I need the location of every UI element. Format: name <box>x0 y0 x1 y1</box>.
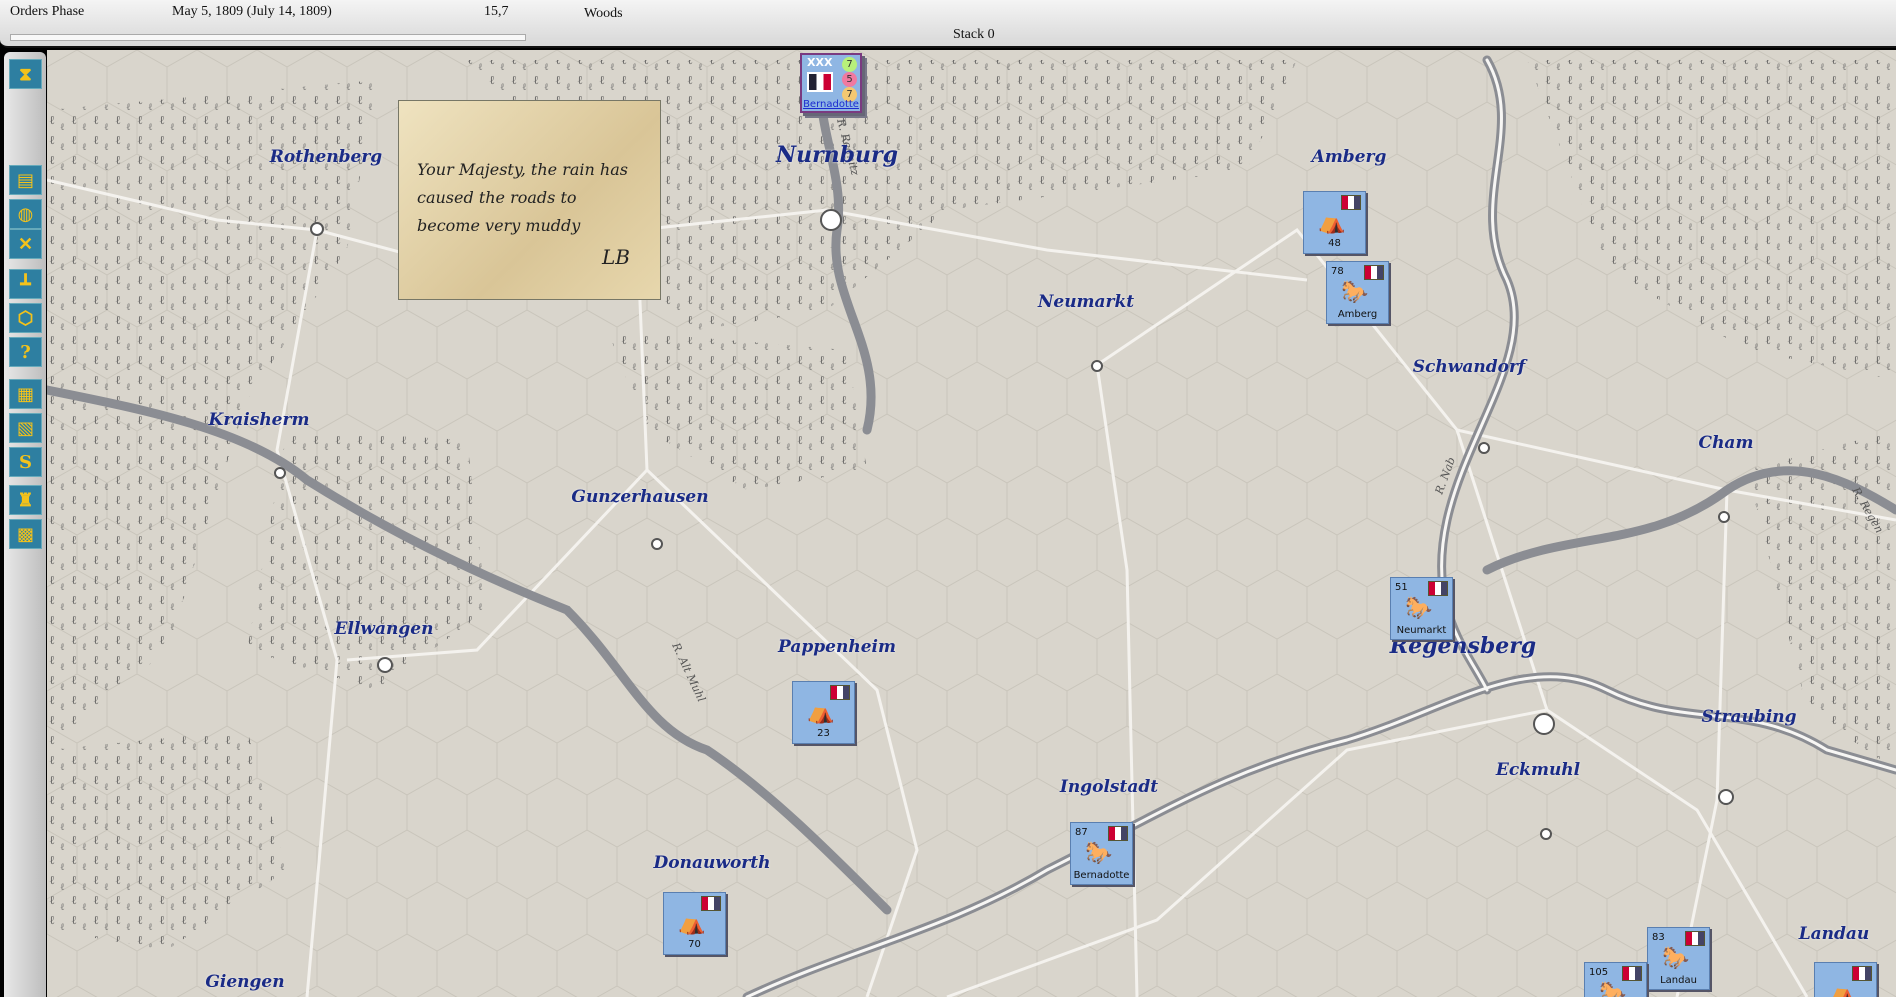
hex-coords: 15,7 <box>484 4 509 19</box>
orders-scroll-icon[interactable]: ▤ <box>9 165 42 195</box>
flag-icon <box>1852 966 1872 981</box>
flag-icon <box>1341 195 1361 210</box>
tent-depot-icon: ⛺ <box>1829 981 1857 997</box>
wagon-icon: 🐎 <box>1405 596 1433 621</box>
ledger-out-icon[interactable]: ▧ <box>9 413 42 443</box>
wagon-icon: 🐎 <box>1662 946 1690 971</box>
event-message-letter[interactable]: Your Majesty, the rain has caused the ro… <box>398 100 661 300</box>
tent-depot-icon: ⛺ <box>807 700 835 725</box>
city-ingolstadt: Ingolstadt <box>1059 777 1159 797</box>
letter-text: Your Majesty, the rain has caused the ro… <box>417 160 628 235</box>
supply-depot-counter[interactable]: ⛺ 48 <box>1303 191 1366 254</box>
wagon-icon: 🐎 <box>1599 981 1627 997</box>
tent-depot-icon: ⛺ <box>1318 210 1346 235</box>
strength-value: 7 <box>842 57 857 72</box>
flag-icon <box>1364 265 1384 280</box>
corps-stack-counter[interactable]: XXX 7 5 7 Bernadotte <box>800 53 862 113</box>
hex-nut-icon[interactable]: ⬡ <box>9 303 42 333</box>
supply-wagon-counter[interactable]: 83 🐎 Landau <box>1647 927 1710 990</box>
letter-signature: LB <box>602 245 630 269</box>
city-landau: Landau <box>1798 924 1870 944</box>
supply-depot-counter[interactable]: ⛺ 23 <box>792 681 855 744</box>
crossed-sabres-icon[interactable]: ✕ <box>9 229 42 259</box>
flag-icon <box>830 685 850 700</box>
supply-wagon-counter[interactable]: 87 🐎 Bernadotte <box>1070 822 1133 885</box>
flag-icon <box>1685 931 1705 946</box>
strength-value: 5 <box>842 72 857 87</box>
org-chart-icon[interactable]: ┻ <box>9 269 42 299</box>
trophy-icon[interactable]: ♜ <box>9 485 42 515</box>
ledger-in-icon[interactable]: ▦ <box>9 379 42 409</box>
city-rothenberg: Rothenberg <box>269 147 383 167</box>
date-label: May 5, 1809 (July 14, 1809) <box>172 4 332 19</box>
left-toolbar: ⧗ ▤ ◍ ✕ ┻ ⬡ ? ▦ ▧ S ♜ ▩ <box>4 52 46 997</box>
wagon-icon: 🐎 <box>1341 280 1369 305</box>
supply-depot-counter[interactable]: ⛺ <box>1814 962 1877 997</box>
campaign-map[interactable]: ℓℓ <box>47 50 1896 997</box>
city-nurnburg: Nurnburg <box>775 142 899 168</box>
tent-depot-icon: ⛺ <box>678 911 706 936</box>
money-icon[interactable]: S <box>9 447 42 477</box>
flag-icon <box>701 896 721 911</box>
city-amberg: Amberg <box>1311 147 1387 167</box>
unit-size: XXX <box>807 56 833 69</box>
city-gunzerhausen: Gunzerhausen <box>571 487 709 507</box>
flag-icon <box>1108 826 1128 841</box>
terrain-label: Woods <box>584 6 623 21</box>
progress-bar <box>10 34 526 41</box>
supply-depot-counter[interactable]: ⛺ 70 <box>663 892 726 955</box>
city-schwandorf: Schwandorf <box>1412 357 1526 377</box>
supply-wagon-counter[interactable]: 105 🐎 <box>1584 962 1647 997</box>
phase-label: Orders Phase <box>10 4 85 19</box>
supply-barrels-icon[interactable]: ◍ <box>9 199 42 229</box>
hourglass-icon[interactable]: ⧗ <box>9 59 42 89</box>
supply-wagon-counter[interactable]: 78 🐎 Amberg <box>1326 261 1389 324</box>
city-kraisherm: Kraisherm <box>208 410 310 430</box>
city-cham: Cham <box>1698 433 1754 453</box>
grid-map-icon[interactable]: ▩ <box>9 519 42 549</box>
status-bar: Orders Phase May 5, 1809 (July 14, 1809)… <box>0 0 1896 48</box>
french-flag-icon <box>807 72 833 92</box>
city-ellwangen: Ellwangen <box>334 619 434 639</box>
city-pappenheim: Pappenheim <box>778 637 896 657</box>
city-neumarkt: Neumarkt <box>1037 292 1135 312</box>
city-giengen: Giengen <box>205 972 285 992</box>
city-donauworth: Donauworth <box>653 853 771 873</box>
wagon-icon: 🐎 <box>1085 841 1113 866</box>
supply-wagon-counter[interactable]: 51 🐎 Neumarkt <box>1390 577 1453 640</box>
city-eckmuhl: Eckmuhl <box>1495 760 1581 780</box>
flag-icon <box>1428 581 1448 596</box>
map-terrain: ℓℓ <box>47 50 1896 997</box>
flag-icon <box>1622 966 1642 981</box>
commander-name: Bernadotte <box>803 99 859 110</box>
city-straubing: Straubing <box>1701 707 1797 727</box>
stack-count: Stack 0 <box>953 27 995 42</box>
help-icon[interactable]: ? <box>9 337 42 367</box>
